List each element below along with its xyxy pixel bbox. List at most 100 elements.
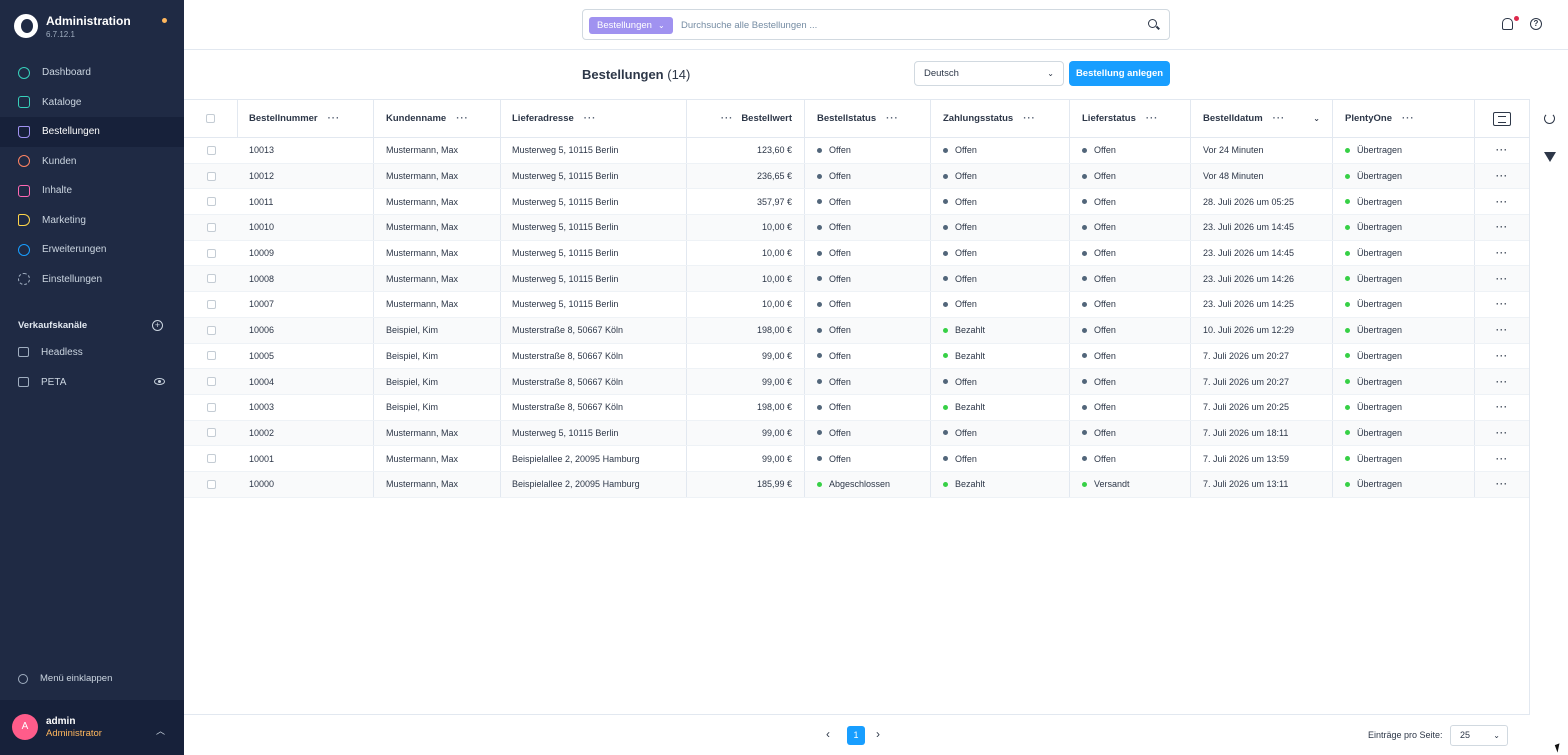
user-menu[interactable]: A admin Administrator ︿ bbox=[0, 700, 184, 755]
order-number[interactable]: 10013 bbox=[249, 145, 274, 155]
brand[interactable]: Administration 6.7.12.1 bbox=[14, 12, 131, 40]
row-checkbox[interactable] bbox=[206, 197, 216, 207]
eye-icon[interactable] bbox=[154, 378, 165, 385]
create-order-button[interactable]: Bestellung anlegen bbox=[1069, 61, 1170, 86]
table-row[interactable]: 10001 Mustermann, Max Beispielallee 2, 200… bbox=[184, 446, 1529, 472]
nav-item-kunden[interactable]: Kunden bbox=[0, 147, 184, 177]
row-actions-menu-icon[interactable]: ··· bbox=[1496, 222, 1508, 232]
header-lieferstatus[interactable]: Lieferstatus ··· bbox=[1070, 100, 1191, 137]
table-row[interactable]: 10004 Beispiel, Kim Musterstraße 8, 50667 … bbox=[184, 369, 1529, 395]
table-row[interactable]: 10005 Beispiel, Kim Musterstraße 8, 50667 … bbox=[184, 343, 1529, 370]
order-number-cell[interactable]: 10005 bbox=[238, 343, 374, 369]
table-row[interactable]: 10006 Beispiel, Kim Musterstraße 8, 50667 … bbox=[184, 317, 1529, 344]
add-sales-channel-icon[interactable]: + bbox=[152, 320, 163, 331]
row-actions-menu-icon[interactable]: ··· bbox=[1496, 171, 1508, 181]
sort-desc-icon[interactable]: ⌄ bbox=[1313, 114, 1320, 123]
header-lieferadresse[interactable]: Lieferadresse ··· bbox=[501, 100, 687, 137]
row-checkbox[interactable] bbox=[206, 377, 216, 387]
nav-item-erweiterungen[interactable]: Erweiterungen bbox=[0, 235, 184, 265]
row-actions-menu-icon[interactable]: ··· bbox=[1496, 299, 1508, 309]
row-checkbox[interactable] bbox=[206, 325, 216, 335]
order-number[interactable]: 10006 bbox=[249, 325, 274, 335]
nav-item-bestellungen[interactable]: Bestellungen bbox=[0, 117, 184, 147]
row-checkbox[interactable] bbox=[206, 299, 216, 309]
table-row[interactable]: 10009 Mustermann, Max Musterweg 5, 10115 B… bbox=[184, 240, 1529, 267]
row-checkbox[interactable] bbox=[206, 248, 216, 258]
row-actions-menu-icon[interactable]: ··· bbox=[1496, 402, 1508, 412]
column-options-icon[interactable]: ··· bbox=[1402, 113, 1415, 124]
nav-item-kataloge[interactable]: Kataloge bbox=[0, 88, 184, 118]
order-number-cell[interactable]: 10002 bbox=[238, 420, 374, 446]
row-checkbox[interactable] bbox=[206, 171, 216, 181]
order-number-cell[interactable]: 10007 bbox=[238, 292, 374, 317]
table-row[interactable]: 10012 Mustermann, Max Musterweg 5, 10115 B… bbox=[184, 163, 1529, 190]
prev-page-chevron-icon[interactable]: ‹ bbox=[826, 727, 830, 741]
header-bestellnummer[interactable]: Bestellnummer ··· bbox=[238, 100, 374, 137]
row-checkbox[interactable] bbox=[206, 479, 216, 489]
select-all-checkbox[interactable] bbox=[206, 114, 215, 123]
row-actions-menu-icon[interactable]: ··· bbox=[1496, 479, 1508, 489]
order-number[interactable]: 10002 bbox=[249, 428, 274, 438]
column-options-icon[interactable]: ··· bbox=[886, 113, 899, 124]
row-checkbox[interactable] bbox=[206, 274, 216, 284]
row-checkbox[interactable] bbox=[206, 428, 216, 438]
order-number[interactable]: 10007 bbox=[249, 299, 274, 309]
order-number-cell[interactable]: 10012 bbox=[238, 163, 374, 189]
order-number-cell[interactable]: 10004 bbox=[238, 369, 374, 394]
order-number[interactable]: 10012 bbox=[249, 171, 274, 181]
row-actions-menu-icon[interactable]: ··· bbox=[1496, 454, 1508, 464]
order-number[interactable]: 10000 bbox=[249, 479, 274, 489]
sales-channel-headless[interactable]: Headless bbox=[18, 345, 83, 359]
table-row[interactable]: 10010 Mustermann, Max Musterweg 5, 10115 B… bbox=[184, 215, 1529, 241]
order-number[interactable]: 10004 bbox=[249, 377, 274, 387]
nav-item-marketing[interactable]: Marketing bbox=[0, 206, 184, 236]
order-number-cell[interactable]: 10010 bbox=[238, 215, 374, 240]
header-bestelldatum[interactable]: Bestelldatum ··· ⌄ bbox=[1191, 100, 1333, 137]
order-number-cell[interactable]: 10013 bbox=[238, 138, 374, 163]
row-checkbox[interactable] bbox=[206, 351, 216, 361]
table-row[interactable]: 10000 Mustermann, Max Beispielallee 2, 200… bbox=[184, 471, 1529, 498]
order-number-cell[interactable]: 10008 bbox=[238, 266, 374, 292]
column-options-icon[interactable]: ··· bbox=[721, 113, 734, 124]
per-page-select[interactable]: 25 ⌄ bbox=[1450, 725, 1508, 746]
header-plentyone[interactable]: PlentyOne ··· bbox=[1333, 100, 1475, 137]
search-input[interactable] bbox=[681, 16, 1131, 34]
header-bestellwert[interactable]: ··· Bestellwert bbox=[687, 100, 805, 137]
row-actions-menu-icon[interactable]: ··· bbox=[1496, 197, 1508, 207]
notifications-bell-icon[interactable] bbox=[1502, 18, 1513, 30]
order-number-cell[interactable]: 10001 bbox=[238, 446, 374, 471]
search-type-selector[interactable]: Bestellungen ⌄ bbox=[589, 17, 673, 34]
order-number[interactable]: 10001 bbox=[249, 454, 274, 464]
nav-item-einstellungen[interactable]: Einstellungen bbox=[0, 265, 184, 295]
header-zahlungsstatus[interactable]: Zahlungsstatus ··· bbox=[931, 100, 1070, 137]
table-row[interactable]: 10002 Mustermann, Max Musterweg 5, 10115 B… bbox=[184, 420, 1529, 447]
filter-icon[interactable] bbox=[1544, 152, 1556, 162]
order-number[interactable]: 10010 bbox=[249, 222, 274, 232]
row-checkbox[interactable] bbox=[206, 145, 216, 155]
order-number[interactable]: 10005 bbox=[249, 351, 274, 361]
row-checkbox[interactable] bbox=[206, 222, 216, 232]
column-options-icon[interactable]: ··· bbox=[1023, 113, 1036, 124]
column-options-icon[interactable]: ··· bbox=[1146, 113, 1159, 124]
table-row[interactable]: 10007 Mustermann, Max Musterweg 5, 10115 B… bbox=[184, 292, 1529, 318]
refresh-icon[interactable] bbox=[1544, 113, 1555, 124]
column-options-icon[interactable]: ··· bbox=[456, 113, 469, 124]
column-options-icon[interactable]: ··· bbox=[584, 113, 597, 124]
search-icon[interactable] bbox=[1148, 19, 1157, 28]
order-number[interactable]: 10008 bbox=[249, 274, 274, 284]
row-actions-menu-icon[interactable]: ··· bbox=[1496, 325, 1508, 335]
order-number-cell[interactable]: 10000 bbox=[238, 471, 374, 497]
sales-channel-peta[interactable]: PETA bbox=[18, 375, 66, 389]
column-settings-icon[interactable] bbox=[1493, 111, 1511, 126]
row-checkbox[interactable] bbox=[206, 454, 216, 464]
nav-item-inhalte[interactable]: Inhalte bbox=[0, 176, 184, 206]
page-button-current[interactable]: 1 bbox=[847, 726, 865, 745]
row-actions-menu-icon[interactable]: ··· bbox=[1496, 351, 1508, 361]
table-row[interactable]: 10011 Mustermann, Max Musterweg 5, 10115 B… bbox=[184, 189, 1529, 216]
language-select[interactable]: Deutsch ⌄ bbox=[914, 61, 1064, 86]
column-options-icon[interactable]: ··· bbox=[328, 113, 341, 124]
order-number-cell[interactable]: 10009 bbox=[238, 240, 374, 266]
row-actions-menu-icon[interactable]: ··· bbox=[1496, 377, 1508, 387]
row-actions-menu-icon[interactable]: ··· bbox=[1496, 428, 1508, 438]
order-number-cell[interactable]: 10011 bbox=[238, 189, 374, 215]
